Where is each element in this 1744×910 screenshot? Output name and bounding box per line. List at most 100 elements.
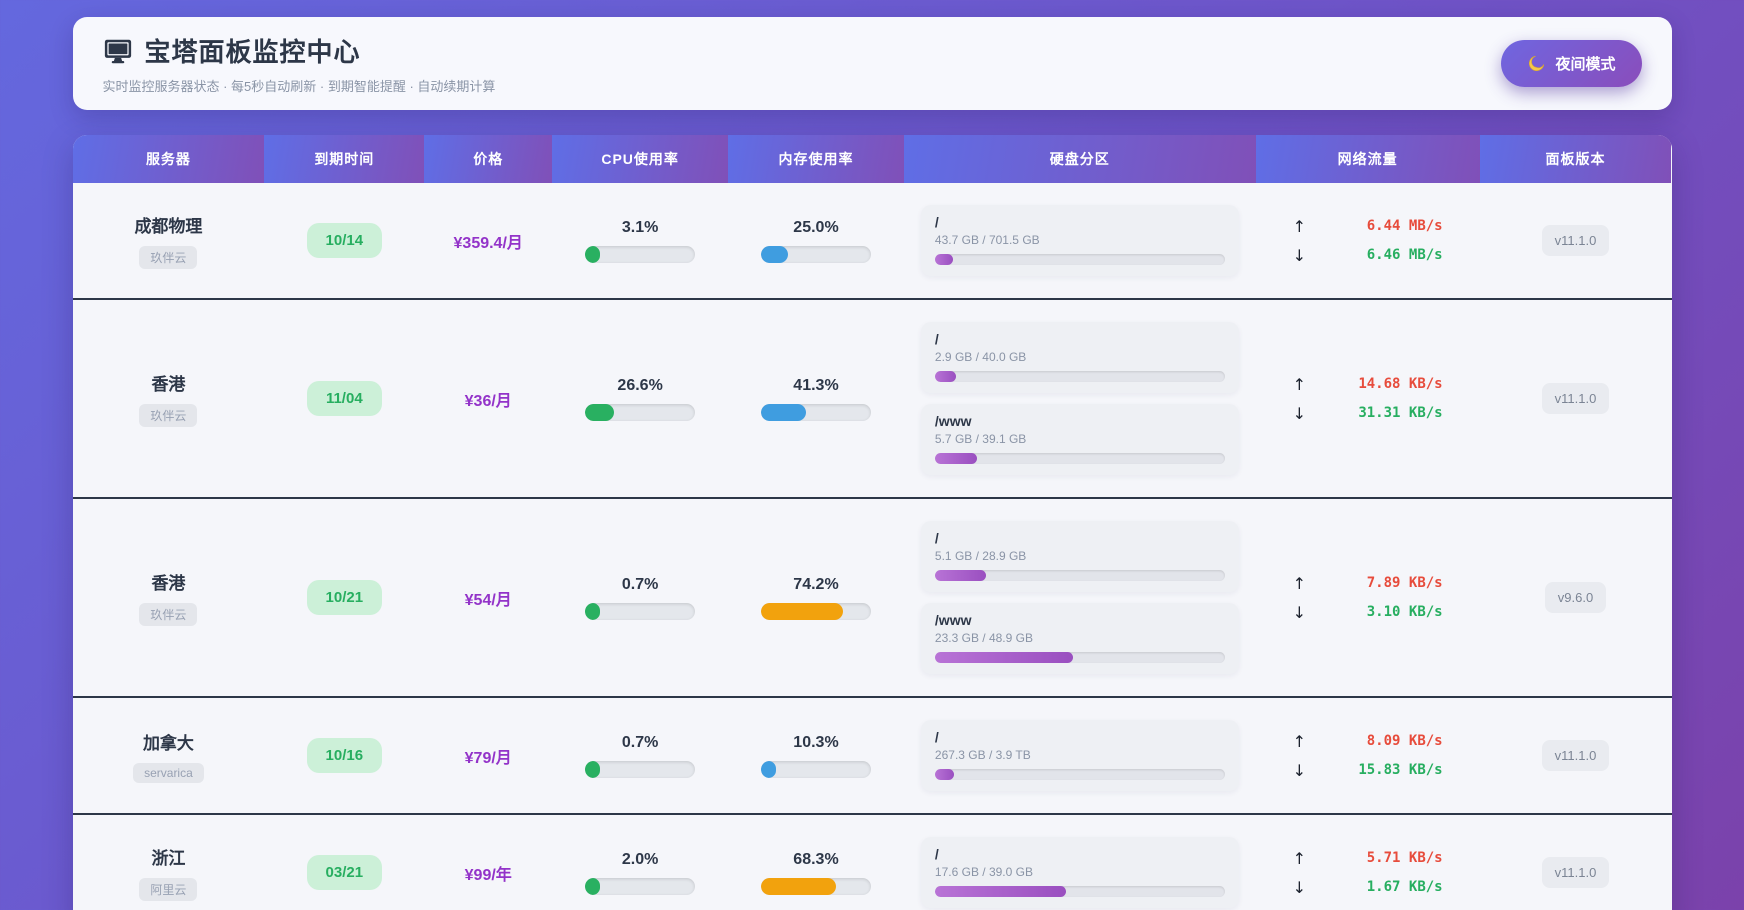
memory-progress-track (760, 877, 871, 895)
server-name: 成都物理 (134, 217, 203, 236)
disk-cell: / 43.7 GB / 701.5 GB (904, 205, 1256, 276)
provider-tag: 玖伴云 (139, 603, 198, 626)
disk-mount-point: / (934, 331, 939, 347)
table-row: 加拿大 servarica 10/16 ¥79/月 0.7% 10.3% / 2… (72, 696, 1672, 813)
cpu-progress-track (585, 245, 696, 263)
network-download-line: ↓ 15.83 KB/s (1293, 761, 1443, 780)
down-arrow-icon: ↓ (1292, 760, 1307, 780)
provider-tag: servarica (133, 762, 204, 783)
network-download-value: 15.83 KB/s (1358, 762, 1443, 778)
page-title: 宝塔面板监控中心 (144, 37, 361, 67)
column-header: 内存使用率 (728, 135, 904, 183)
cpu-progress-fill (585, 245, 601, 263)
network-cell: ↑ 8.09 KB/s ↓ 15.83 KB/s (1256, 732, 1480, 780)
disk-progress-fill (934, 652, 1073, 663)
disk-partition-card: / 267.3 GB / 3.9 TB (920, 720, 1239, 791)
monitor-icon (103, 36, 133, 66)
disk-mount-point: / (934, 729, 939, 745)
network-download-line: ↓ 6.46 MB/s (1293, 246, 1443, 265)
page-subtitle: 实时监控服务器状态 · 每5秒自动刷新 · 到期智能提醒 · 自动续期计算 (102, 79, 496, 94)
memory-progress-track (760, 760, 871, 778)
price-cell: ¥359.4/月 (424, 229, 552, 253)
version-cell: v11.1.0 (1480, 383, 1672, 414)
table-row: 香港 玖伴云 10/21 ¥54/月 0.7% 74.2% / 5.1 GB /… (72, 497, 1672, 696)
cpu-progress-fill (585, 760, 601, 778)
server-cell: 香港 玖伴云 (73, 370, 265, 427)
network-upload-value: 5.71 KB/s (1366, 850, 1443, 866)
column-header: 面板版本 (1479, 135, 1672, 183)
network-download-value: 6.46 MB/s (1366, 247, 1443, 263)
disk-partition-card: /www 5.7 GB / 39.1 GB (920, 404, 1239, 475)
network-upload-value: 8.09 KB/s (1366, 733, 1443, 749)
moon-icon (1527, 54, 1546, 73)
version-badge: v11.1.0 (1541, 740, 1610, 771)
price-text: ¥99/年 (464, 866, 512, 884)
cpu-value: 0.7% (621, 733, 659, 751)
table-row: 成都物理 玖伴云 10/14 ¥359.4/月 3.1% 25.0% / 43.… (72, 183, 1672, 298)
server-name: 香港 (151, 574, 186, 593)
memory-value: 25.0% (793, 218, 839, 236)
server-cell: 加拿大 servarica (73, 729, 265, 783)
cpu-cell: 0.7% (552, 576, 728, 620)
table-body: 成都物理 玖伴云 10/14 ¥359.4/月 3.1% 25.0% / 43.… (72, 183, 1672, 910)
cpu-value: 26.6% (617, 376, 663, 394)
memory-cell: 68.3% (728, 851, 904, 895)
memory-progress-fill (760, 602, 843, 620)
up-arrow-icon: ↑ (1292, 848, 1307, 868)
up-arrow-icon: ↑ (1292, 374, 1307, 394)
price-cell: ¥54/月 (424, 586, 552, 610)
memory-value: 74.2% (793, 575, 839, 593)
network-upload-line: ↑ 14.68 KB/s (1293, 375, 1443, 394)
expiry-cell: 10/16 (264, 738, 424, 773)
cpu-cell: 2.0% (552, 851, 728, 895)
memory-progress-fill (760, 760, 776, 778)
network-upload-value: 6.44 MB/s (1366, 218, 1443, 234)
server-cell: 浙江 阿里云 (73, 844, 265, 901)
disk-partition-card: /www 23.3 GB / 48.9 GB (920, 603, 1239, 674)
down-arrow-icon: ↓ (1292, 877, 1307, 897)
disk-usage-text: 267.3 GB / 3.9 TB (934, 748, 1031, 762)
network-download-line: ↓ 1.67 KB/s (1293, 878, 1443, 897)
version-cell: v11.1.0 (1480, 740, 1672, 771)
cpu-progress-fill (585, 403, 615, 421)
disk-partition-card: / 43.7 GB / 701.5 GB (920, 205, 1239, 276)
memory-progress-track (760, 602, 871, 620)
disk-mount-point: / (934, 846, 939, 862)
memory-cell: 41.3% (728, 377, 904, 421)
cpu-cell: 3.1% (552, 219, 728, 263)
version-cell: v11.1.0 (1480, 225, 1672, 256)
disk-progress-fill (934, 886, 1066, 897)
table-header: 服务器 到期时间 价格 CPU使用率 内存使用率 硬盘分区 网络流量 面板版本 (72, 135, 1672, 183)
cpu-progress-track (585, 877, 696, 895)
memory-cell: 74.2% (728, 576, 904, 620)
disk-cell: / 5.1 GB / 28.9 GB /www 23.3 GB / 48.9 G… (904, 521, 1256, 674)
version-cell: v9.6.0 (1480, 582, 1672, 613)
memory-progress-fill (760, 245, 789, 263)
server-cell: 香港 玖伴云 (73, 569, 265, 626)
memory-value: 41.3% (793, 376, 839, 394)
disk-progress-track (934, 652, 1225, 663)
expiry-cell: 10/21 (264, 580, 424, 615)
cpu-progress-fill (585, 602, 601, 620)
network-download-value: 1.67 KB/s (1366, 879, 1443, 895)
night-mode-button[interactable]: 夜间模式 (1501, 40, 1642, 87)
network-cell: ↑ 5.71 KB/s ↓ 1.67 KB/s (1256, 849, 1480, 897)
disk-progress-fill (934, 570, 986, 581)
disk-progress-fill (934, 254, 953, 265)
server-table: 服务器 到期时间 价格 CPU使用率 内存使用率 硬盘分区 网络流量 面板版本 成都物理 玖伴… (72, 135, 1672, 910)
disk-cell: / 17.6 GB / 39.0 GB (904, 837, 1256, 908)
cpu-cell: 26.6% (552, 377, 728, 421)
version-badge: v11.1.0 (1541, 383, 1610, 414)
version-badge: v11.1.0 (1541, 225, 1610, 256)
cpu-cell: 0.7% (552, 734, 728, 778)
network-upload-line: ↑ 7.89 KB/s (1293, 574, 1443, 593)
network-upload-value: 14.68 KB/s (1358, 376, 1443, 392)
memory-value: 68.3% (793, 850, 839, 868)
up-arrow-icon: ↑ (1292, 573, 1307, 593)
night-mode-label: 夜间模式 (1555, 56, 1616, 73)
cpu-value: 2.0% (621, 850, 659, 868)
disk-usage-text: 5.7 GB / 39.1 GB (934, 432, 1027, 446)
disk-mount-point: / (934, 530, 939, 546)
network-upload-line: ↑ 8.09 KB/s (1293, 732, 1443, 751)
price-text: ¥54/月 (464, 591, 512, 609)
